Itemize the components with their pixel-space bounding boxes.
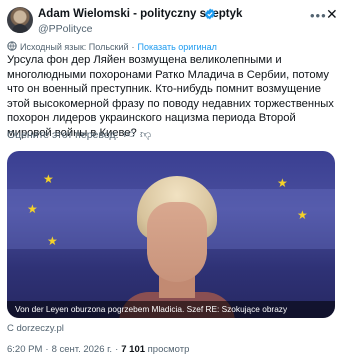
author-handle[interactable]: @PPolityce <box>38 23 92 35</box>
rate-translation: Оцените этот перевод: 👍︎ 👎︎ <box>7 128 151 141</box>
eu-star: ★ <box>43 172 54 186</box>
post-media-image[interactable]: ★ ★ ★ ★ ★ Von der Leyen oburzona pogrzeb… <box>7 151 335 318</box>
post-date[interactable]: 8 сент. 2026 г. <box>52 344 113 355</box>
link-source[interactable]: С dorzeczy.pl <box>7 323 64 334</box>
media-caption: Von der Leyen oburzona pogrzebem Mladici… <box>7 301 335 318</box>
translation-notice: Исходный язык: Польский · Показать оригина… <box>7 41 217 52</box>
show-original-link[interactable]: Показать оригинал <box>138 42 217 52</box>
rate-translation-label: Оцените этот перевод: <box>7 129 119 141</box>
thumbs-up-icon[interactable]: 👍︎ <box>124 128 136 141</box>
translate-icon <box>7 41 17 51</box>
views-count: 7 101 <box>121 344 146 355</box>
close-icon[interactable]: ✕ <box>326 6 338 23</box>
post-meta: 6:20 PM · 8 сент. 2026 г. · 7 101 просмотр <box>7 344 190 355</box>
eu-star: ★ <box>297 208 308 222</box>
eu-star: ★ <box>47 234 58 248</box>
eu-star: ★ <box>27 202 38 216</box>
verified-badge-icon <box>205 8 215 20</box>
eu-star: ★ <box>277 176 288 190</box>
thumbs-down-icon[interactable]: 👎︎ <box>140 128 151 141</box>
post-header: Adam Wielomski - polityczny sceptyk @PPo… <box>7 6 338 38</box>
portrait <box>119 176 235 318</box>
post-time[interactable]: 6:20 PM <box>7 344 42 355</box>
views-label: просмотр <box>147 344 190 355</box>
source-language-label: Исходный язык: Польский <box>20 42 129 52</box>
more-icon[interactable]: ••• <box>310 8 327 23</box>
avatar[interactable] <box>7 7 33 33</box>
